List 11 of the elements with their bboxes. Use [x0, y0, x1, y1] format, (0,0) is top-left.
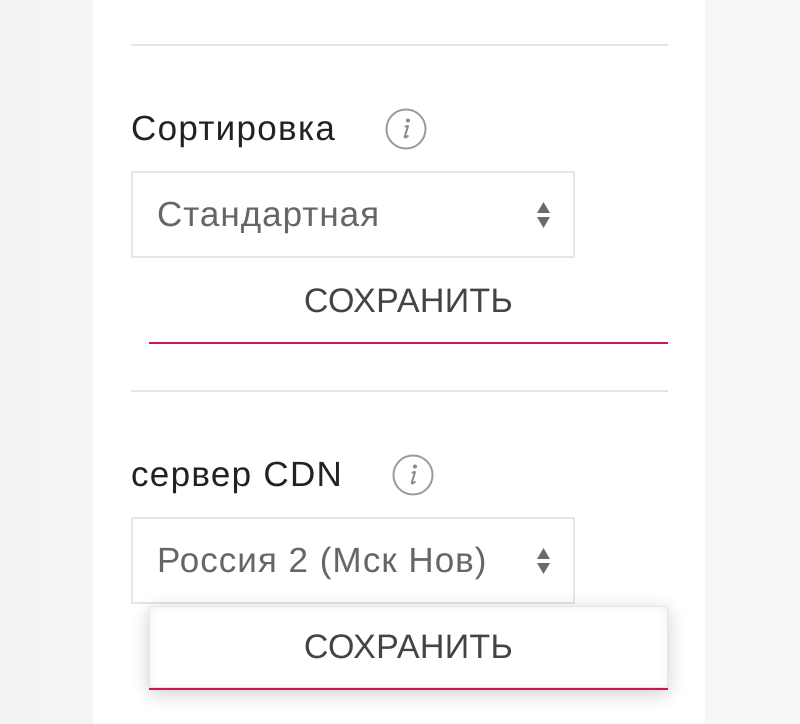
- select-value: Россия 2 (Мск Нов): [157, 540, 488, 582]
- select-value: Стандартная: [157, 194, 380, 236]
- save-button[interactable]: СОХРАНИТЬ: [149, 606, 668, 690]
- select-field[interactable]: Стандартная: [131, 171, 575, 258]
- select-field[interactable]: Россия 2 (Мск Нов): [131, 517, 575, 604]
- setting-label: Сортировка: [131, 108, 336, 150]
- setting-label: сервер CDN: [131, 454, 344, 496]
- sort-arrows-icon: [537, 548, 550, 574]
- info-icon[interactable]: [385, 108, 428, 150]
- info-icon[interactable]: [392, 454, 434, 496]
- sort-arrows-icon: [537, 202, 550, 228]
